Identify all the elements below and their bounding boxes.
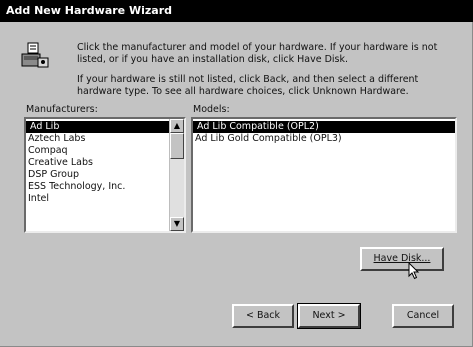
manufacturers-label: Manufacturers: — [26, 104, 98, 115]
scroll-up-icon[interactable]: ▲ — [170, 119, 184, 133]
list-item[interactable]: Aztech Labs — [26, 133, 184, 145]
have-disk-label: Have Disk... — [373, 253, 431, 264]
list-item[interactable]: DSP Group — [26, 169, 184, 181]
next-button[interactable]: Next > — [297, 303, 361, 329]
instruction-line-1: Click the manufacturer and model of your… — [77, 42, 438, 53]
hardware-wizard-icon — [21, 42, 49, 68]
have-disk-button[interactable]: Have Disk... — [360, 247, 444, 271]
list-item[interactable]: Ad Lib — [26, 121, 184, 133]
scroll-down-icon[interactable]: ▼ — [170, 217, 184, 231]
cancel-button[interactable]: Cancel — [392, 304, 454, 328]
list-item[interactable]: ESS Technology, Inc. — [26, 181, 184, 193]
models-label: Models: — [193, 104, 230, 115]
back-label: < Back — [245, 310, 281, 321]
next-label: Next > — [312, 310, 346, 321]
manufacturers-scrollbar[interactable]: ▲ ▼ — [169, 119, 184, 231]
list-item[interactable]: Ad Lib Compatible (OPL2) — [193, 121, 455, 133]
title-bar[interactable]: Add New Hardware Wizard — [0, 0, 473, 22]
list-item[interactable]: Compaq — [26, 145, 184, 157]
models-list[interactable]: Ad Lib Compatible (OPL2) Ad Lib Gold Com… — [191, 117, 457, 233]
manufacturers-list[interactable]: Ad Lib Aztech Labs Compaq Creative Labs … — [24, 117, 186, 233]
list-item[interactable]: Ad Lib Gold Compatible (OPL3) — [193, 133, 455, 145]
list-item[interactable]: Creative Labs — [26, 157, 184, 169]
instruction-line-2: listed, or if you have an installation d… — [77, 54, 349, 65]
list-item[interactable]: Intel — [26, 193, 184, 205]
wizard-dialog: Add New Hardware Wizard Click the manufa… — [0, 0, 473, 347]
scroll-thumb[interactable] — [170, 133, 184, 159]
back-button[interactable]: < Back — [232, 304, 294, 328]
cancel-label: Cancel — [406, 310, 440, 321]
instruction-line-3: If your hardware is still not listed, cl… — [77, 74, 419, 85]
mouse-pointer-icon — [408, 262, 420, 280]
instruction-line-4: hardware type. To see all hardware choic… — [77, 86, 409, 97]
window-title: Add New Hardware Wizard — [6, 4, 173, 17]
